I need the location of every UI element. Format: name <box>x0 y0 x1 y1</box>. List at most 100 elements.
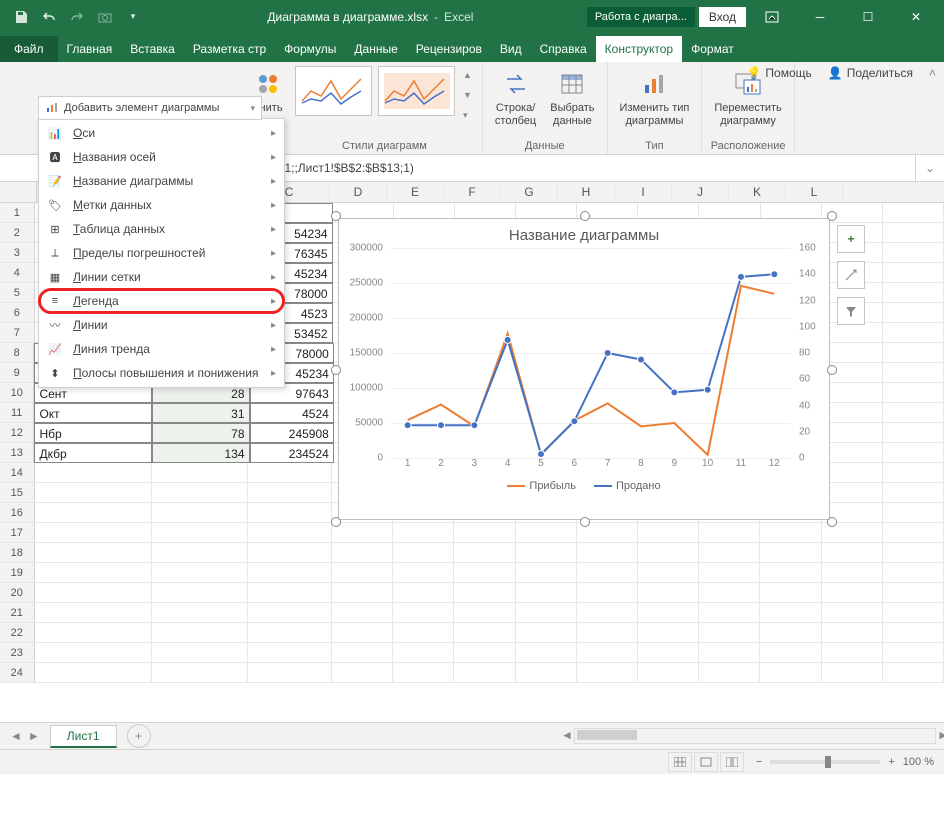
zoom-out-button[interactable]: − <box>756 756 762 768</box>
dd-item-4[interactable]: ⊞Таблица данных▸ <box>39 217 284 241</box>
row-header[interactable]: 16 <box>0 503 35 523</box>
colh-e[interactable]: E <box>387 182 444 202</box>
chart-style-2[interactable] <box>378 66 455 116</box>
row-header[interactable]: 21 <box>0 603 35 623</box>
row-header[interactable]: 5 <box>0 283 35 303</box>
chart-title[interactable]: Название диаграммы <box>339 219 829 248</box>
row-header[interactable]: 24 <box>0 663 35 683</box>
ribbon-options-icon[interactable] <box>750 0 794 33</box>
view-page-break-button[interactable] <box>720 752 744 772</box>
colh-g[interactable]: G <box>501 182 558 202</box>
tab-formulas[interactable]: Формулы <box>275 36 345 62</box>
zoom-in-button[interactable]: + <box>888 756 894 768</box>
change-chart-type-button[interactable]: Изменить тип диаграммы <box>616 66 694 129</box>
tab-data[interactable]: Данные <box>345 36 406 62</box>
formula-input[interactable] <box>183 155 915 181</box>
chart-y-axis-left: 050000100000150000200000250000300000 <box>343 248 387 458</box>
camera-icon[interactable] <box>94 6 116 28</box>
dd-item-9[interactable]: 📈Линия тренда▸ <box>39 337 284 361</box>
row-header[interactable]: 7 <box>0 323 35 343</box>
sheet-nav[interactable]: ◄► <box>0 729 50 743</box>
group-chart-styles: ▲▼▾ Стили диаграмм <box>287 62 483 154</box>
row-header[interactable]: 8 <box>0 343 34 363</box>
expand-formula-icon[interactable]: ⌄ <box>915 155 944 181</box>
row-header[interactable]: 14 <box>0 463 35 483</box>
sheet-tab-active[interactable]: Лист1 <box>50 725 117 748</box>
row-header[interactable]: 13 <box>0 443 34 463</box>
maximize-button[interactable]: ☐ <box>846 0 890 33</box>
colh-i[interactable]: I <box>615 182 672 202</box>
tab-view[interactable]: Вид <box>491 36 531 62</box>
row-header[interactable]: 11 <box>0 403 34 423</box>
zoom-value[interactable]: 100 % <box>903 756 934 768</box>
tab-design[interactable]: Конструктор <box>596 36 682 62</box>
colh-h[interactable]: H <box>558 182 615 202</box>
colh-k[interactable]: K <box>729 182 786 202</box>
row-header[interactable]: 6 <box>0 303 35 323</box>
dd-item-1[interactable]: 🅰Названия осей▸ <box>39 145 284 169</box>
row-header[interactable]: 9 <box>0 363 34 383</box>
undo-icon[interactable] <box>38 6 60 28</box>
colh-f[interactable]: F <box>444 182 501 202</box>
tab-help[interactable]: Справка <box>531 36 596 62</box>
zoom-slider[interactable] <box>770 760 880 764</box>
dd-item-5[interactable]: ⟂Пределы погрешностей▸ <box>39 241 284 265</box>
dd-item-3[interactable]: 🏷Метки данных▸ <box>39 193 284 217</box>
share-icon: 👤 <box>828 66 843 80</box>
share-button[interactable]: 👤Поделиться <box>828 66 913 80</box>
style-gallery-scroll[interactable]: ▲▼▾ <box>461 66 474 125</box>
dd-item-10[interactable]: ⬍Полосы повышения и понижения▸ <box>39 361 284 385</box>
tab-review[interactable]: Рецензиров <box>407 36 491 62</box>
select-data-button[interactable]: Выбрать данные <box>546 66 598 129</box>
view-page-layout-button[interactable] <box>694 752 718 772</box>
tab-file[interactable]: Файл <box>0 36 58 62</box>
row-header[interactable]: 17 <box>0 523 35 543</box>
help-button[interactable]: 💡Помощь <box>746 66 811 80</box>
dd-item-0[interactable]: 📊Оси▸ <box>39 121 284 145</box>
row-header[interactable]: 1 <box>0 203 35 223</box>
minimize-button[interactable]: ─ <box>798 0 842 33</box>
colh-l[interactable]: L <box>786 182 843 202</box>
row-header[interactable]: 18 <box>0 543 35 563</box>
row-header[interactable]: 19 <box>0 563 35 583</box>
row-header[interactable]: 23 <box>0 643 35 663</box>
view-normal-button[interactable] <box>668 752 692 772</box>
add-sheet-button[interactable]: + <box>127 724 151 748</box>
colh-d[interactable]: D <box>330 182 387 202</box>
add-chart-element-button[interactable]: Добавить элемент диаграммы ▾ <box>38 96 262 120</box>
qat-dropdown-icon[interactable]: ▾ <box>122 6 144 28</box>
row-header[interactable]: 4 <box>0 263 35 283</box>
redo-icon[interactable] <box>66 6 88 28</box>
row-header[interactable]: 2 <box>0 223 35 243</box>
tab-home[interactable]: Главная <box>58 36 122 62</box>
chart-legend[interactable]: Прибыль Продано <box>339 476 829 496</box>
dd-item-8[interactable]: 〰Линии▸ <box>39 313 284 337</box>
zoom-controls[interactable]: − + 100 % <box>756 756 934 768</box>
tab-layout[interactable]: Разметка стр <box>184 36 275 62</box>
horizontal-scrollbar[interactable]: ◄► <box>151 728 944 744</box>
sign-in-button[interactable]: Вход <box>699 7 746 27</box>
embedded-chart[interactable]: + Название диаграммы 0500001000001500002… <box>338 218 830 520</box>
chart-styles-side-button[interactable] <box>837 261 865 289</box>
close-button[interactable]: ✕ <box>894 0 938 33</box>
colh-j[interactable]: J <box>672 182 729 202</box>
swap-row-col-button[interactable]: Строка/ столбец <box>491 66 540 129</box>
chart-filter-side-button[interactable] <box>837 297 865 325</box>
dd-item-7[interactable]: ≡Легенда▸ <box>39 289 284 313</box>
row-header[interactable]: 20 <box>0 583 35 603</box>
tab-insert[interactable]: Вставка <box>121 36 184 62</box>
row-header[interactable]: 10 <box>0 383 34 403</box>
row-header[interactable]: 22 <box>0 623 35 643</box>
select-all-corner[interactable] <box>0 182 37 202</box>
chart-plot-area[interactable]: 050000100000150000200000250000300000 020… <box>391 248 791 458</box>
collapse-ribbon-icon[interactable]: ˄ <box>929 66 936 80</box>
chart-style-1[interactable] <box>295 66 372 116</box>
row-header[interactable]: 12 <box>0 423 34 443</box>
dd-item-6[interactable]: ▦Линии сетки▸ <box>39 265 284 289</box>
row-header[interactable]: 3 <box>0 243 35 263</box>
tab-format[interactable]: Формат <box>682 36 743 62</box>
dd-item-2[interactable]: 📝Название диаграммы▸ <box>39 169 284 193</box>
save-icon[interactable] <box>10 6 32 28</box>
row-header[interactable]: 15 <box>0 483 35 503</box>
chart-add-element-side-button[interactable]: + <box>837 225 865 253</box>
